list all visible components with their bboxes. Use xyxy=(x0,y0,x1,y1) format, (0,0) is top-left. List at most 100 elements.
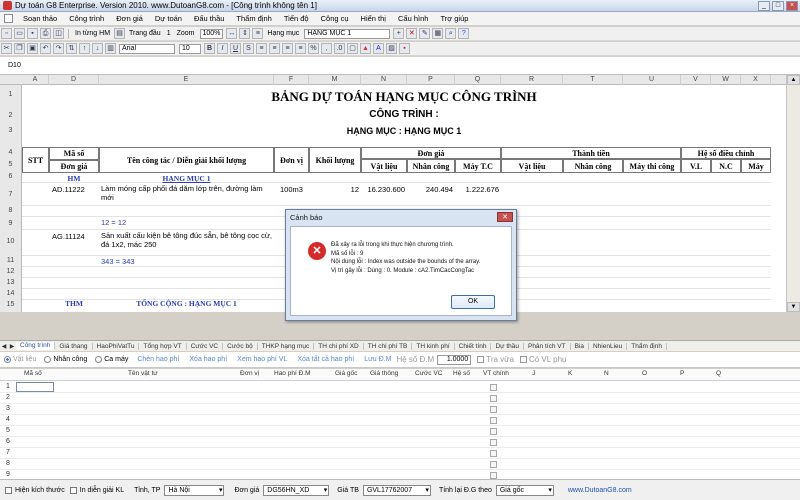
fit-icon[interactable]: ↔ xyxy=(226,28,238,39)
chart-icon[interactable]: ▪ xyxy=(399,43,410,54)
menu-hien-thi[interactable]: Hiển thị xyxy=(355,14,392,23)
tinhlai-select[interactable]: Giá gốc xyxy=(495,484,554,496)
justify-icon[interactable]: ≡ xyxy=(295,43,306,54)
column-header[interactable]: A xyxy=(22,75,49,85)
col-he-so[interactable]: Hệ số xyxy=(453,370,470,377)
table-row[interactable]: 8 xyxy=(0,459,800,470)
resource-grid[interactable]: Mã số Tên vật tư Đơn vị Hao phí Đ.M Giá … xyxy=(0,369,800,479)
cut-icon[interactable]: ✂ xyxy=(1,43,12,54)
table-row[interactable]: 1 xyxy=(0,382,800,393)
copy-icon[interactable]: ❐ xyxy=(14,43,25,54)
menu-dau-thau[interactable]: Đấu thầu xyxy=(188,14,230,23)
sort-icon[interactable]: ⇅ xyxy=(66,43,77,54)
cell-reference[interactable]: D10 xyxy=(0,62,40,69)
edit-icon[interactable]: ✎ xyxy=(419,28,431,39)
menu-tien-do[interactable]: Tiến độ xyxy=(278,14,315,23)
column-header[interactable]: W xyxy=(711,75,741,85)
paste-icon[interactable]: ▣ xyxy=(27,43,38,54)
col-don-vi[interactable]: Đơn vị xyxy=(240,370,259,377)
table-row[interactable]: 3 xyxy=(0,404,800,415)
save-dm-link[interactable]: Lưu Đ.M xyxy=(364,356,391,363)
border-icon[interactable]: ▢ xyxy=(347,43,358,54)
cell-row7-nc[interactable]: 240.494 xyxy=(407,185,453,194)
maximize-button[interactable]: □ xyxy=(772,1,784,11)
vt-chinh-checkbox[interactable] xyxy=(490,472,497,479)
tab-tong-hop-vt[interactable]: Tổng hợp VT xyxy=(139,342,187,350)
column-header[interactable]: V xyxy=(681,75,711,85)
row-header[interactable]: 12 xyxy=(0,268,21,275)
bold-icon[interactable]: B xyxy=(204,43,215,54)
insert-hao-phi-link[interactable]: Chèn hao phí xyxy=(137,356,179,363)
open-folder-icon[interactable]: ▭ xyxy=(14,28,25,39)
row-header[interactable]: 10 xyxy=(0,238,21,245)
underline-icon[interactable]: U xyxy=(230,43,241,54)
selected-cell[interactable] xyxy=(16,382,54,392)
cell-row6-name[interactable]: HẠNG MỤC 1 xyxy=(99,174,274,183)
row-header[interactable]: 1 xyxy=(0,91,21,98)
website-link[interactable]: www.DutoanG8.com xyxy=(568,487,632,494)
font-select[interactable]: Arial xyxy=(119,43,175,54)
font-color-icon[interactable]: A xyxy=(373,43,384,54)
row-header[interactable]: 15 xyxy=(0,301,21,308)
strike-icon[interactable]: S xyxy=(243,43,254,54)
row-header[interactable]: 14 xyxy=(0,290,21,297)
zoom-select[interactable]: 100% xyxy=(199,28,224,39)
col-vt-chinh[interactable]: VT chính xyxy=(483,370,509,377)
cell-row7-vl[interactable]: 16.230.600 xyxy=(361,185,405,194)
search-icon[interactable]: ⌕ xyxy=(445,28,457,39)
cell-row10-code[interactable]: AG.11124 xyxy=(52,232,85,241)
tinh-select[interactable]: Hà Nội xyxy=(164,484,225,496)
col-k[interactable]: K xyxy=(568,370,572,377)
align-center-icon[interactable]: ≡ xyxy=(269,43,280,54)
percent-icon[interactable]: % xyxy=(308,43,319,54)
row-header[interactable]: 4 xyxy=(0,149,21,156)
undo-icon[interactable]: ↶ xyxy=(40,43,51,54)
row-header[interactable]: 13 xyxy=(0,279,21,286)
font-size-select[interactable]: 10 xyxy=(179,43,201,54)
table-row[interactable]: 5 xyxy=(0,426,800,437)
next-tab-icon[interactable]: ▶ xyxy=(8,343,16,350)
col-j[interactable]: J xyxy=(532,370,535,377)
vt-chinh-checkbox[interactable] xyxy=(490,450,497,457)
menu-soan-thao[interactable]: Soạn thảo xyxy=(17,14,63,23)
in-dien-giai-checkbox[interactable]: In diễn giải KL xyxy=(69,486,124,494)
align-left-icon[interactable]: ≡ xyxy=(256,43,267,54)
menu-tro-giup[interactable]: Trợ giúp xyxy=(434,14,474,23)
table-row[interactable]: 6 xyxy=(0,437,800,448)
col-n[interactable]: N xyxy=(604,370,609,377)
col-gia-thong[interactable]: Giá thông xyxy=(370,370,398,377)
row-header[interactable]: 8 xyxy=(0,207,21,214)
page-number[interactable]: 1 xyxy=(167,30,171,37)
cell-row7-may[interactable]: 1.222.676 xyxy=(455,185,499,194)
arrow-down-icon[interactable]: ↓ xyxy=(92,43,103,54)
tab-thkp-hang-muc[interactable]: THKP hạng mục xyxy=(258,342,315,350)
column-header[interactable]: M xyxy=(309,75,361,85)
tra-vua-checkbox[interactable] xyxy=(477,356,485,363)
image-icon[interactable]: ▨ xyxy=(386,43,397,54)
tab-nhien-lieu[interactable]: NhienLieu xyxy=(589,342,628,350)
tab-phan-tich-vt[interactable]: Phân tích VT xyxy=(524,342,571,350)
preview-icon[interactable]: ◫ xyxy=(53,28,64,39)
cell-row7-qty[interactable]: 12 xyxy=(309,185,359,194)
col-cuoc-vc[interactable]: Cước VC xyxy=(415,370,442,377)
list-icon[interactable]: ≡ xyxy=(252,28,264,39)
column-header[interactable]: Q xyxy=(455,75,501,85)
fit-page-icon[interactable]: ⇕ xyxy=(239,28,251,39)
row-header[interactable]: 6 xyxy=(0,173,21,180)
cell-row15-name[interactable]: TỔNG CỘNG : HẠNG MỤC 1 xyxy=(99,299,274,308)
delete-all-hao-phi-link[interactable]: Xóa tất cả hao phí xyxy=(297,356,354,363)
delete-hao-phi-link[interactable]: Xóa hao phí xyxy=(189,356,227,363)
vt-chinh-checkbox[interactable] xyxy=(490,406,497,413)
tab-th-kinh-phi[interactable]: TH kinh phí xyxy=(412,342,455,350)
tab-bia[interactable]: Bia xyxy=(571,342,589,350)
vt-chinh-checkbox[interactable] xyxy=(490,428,497,435)
tab-cuoc-bo[interactable]: Cước bộ xyxy=(223,342,258,350)
table-row[interactable]: 2 xyxy=(0,393,800,404)
heso-dm-input[interactable]: 1.0000 xyxy=(437,354,472,365)
tab-gia-thang[interactable]: Giá thang xyxy=(55,342,93,350)
giatb-select[interactable]: GVL17762007 xyxy=(362,484,431,496)
vt-chinh-checkbox[interactable] xyxy=(490,417,497,424)
cell-row10-expr[interactable]: 343 = 343 xyxy=(101,257,135,266)
vt-chinh-checkbox[interactable] xyxy=(490,461,497,468)
row-header[interactable]: 3 xyxy=(0,127,21,134)
